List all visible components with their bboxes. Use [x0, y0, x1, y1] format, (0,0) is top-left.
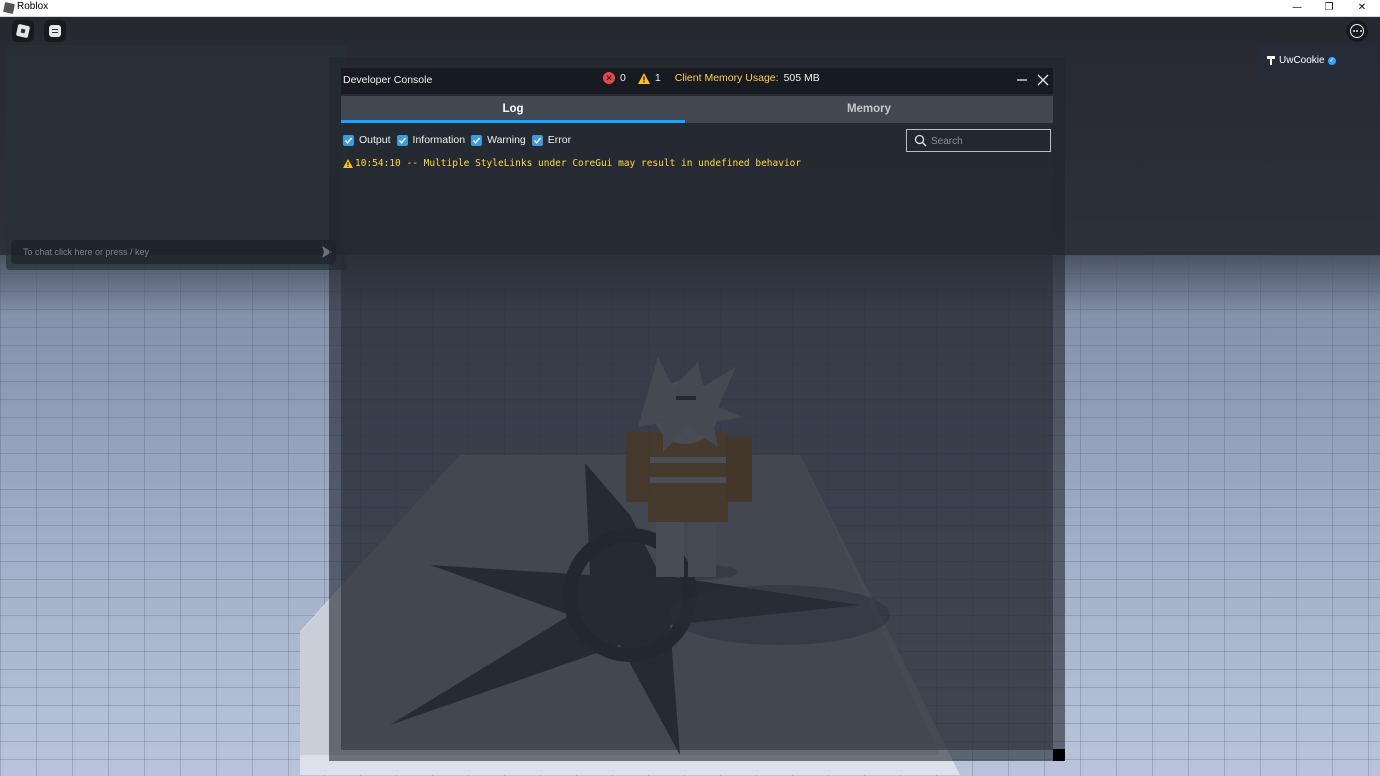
premium-icon [1267, 56, 1275, 65]
player-name: UwCookie [1279, 55, 1325, 66]
dev-console-title: Developer Console [343, 74, 433, 86]
warning-count: 1 [654, 72, 661, 84]
filter-warning-label: Warning [487, 134, 526, 146]
window-close-button[interactable]: ✕ [1346, 0, 1378, 16]
filter-warning[interactable]: Warning [471, 134, 526, 146]
window-titlebar: Roblox — ❐ ✕ [0, 0, 1380, 17]
chat-toggle-icon [49, 25, 61, 37]
warning-icon [343, 159, 353, 168]
memory-label: Client Memory Usage: [674, 72, 779, 84]
log-entry: 10:54:10 -- Multiple StyleLinks under Co… [343, 158, 801, 169]
filter-error-label: Error [547, 134, 572, 146]
search-input[interactable] [929, 130, 1051, 153]
active-tab-indicator [341, 120, 685, 123]
roblox-app-icon [3, 2, 15, 14]
filter-error[interactable]: Error [531, 134, 572, 146]
tab-log-label: Log [502, 103, 524, 115]
error-icon: ✕ [603, 72, 615, 84]
roblox-menu-icon [15, 23, 31, 39]
dev-console-resize-handle[interactable] [1053, 749, 1065, 761]
dev-console-tabs: Log Memory [341, 96, 1053, 123]
filter-information-label: Information [412, 134, 466, 146]
chat-toggle-button[interactable] [44, 20, 66, 42]
verified-icon: ✓ [1327, 56, 1336, 65]
roblox-menu-button[interactable] [12, 20, 34, 42]
developer-console: Developer Console ✕ 0 1 Client Memory Us… [341, 68, 1053, 750]
tab-log[interactable]: Log [341, 96, 685, 123]
player-list-entry[interactable]: UwCookie ✓ [1266, 55, 1336, 66]
window-restore-button[interactable]: ❐ [1313, 0, 1345, 16]
filter-information[interactable]: Information [396, 134, 466, 146]
more-options-icon [1350, 24, 1364, 38]
error-count: 0 [620, 72, 626, 84]
checkbox-check-icon[interactable] [471, 134, 483, 146]
tab-memory-label: Memory [846, 103, 892, 115]
checkbox-check-icon[interactable] [343, 134, 354, 146]
close-icon[interactable] [1035, 72, 1051, 88]
log-search-box [906, 129, 1051, 153]
dev-console-header[interactable]: Developer Console ✕ 0 1 Client Memory Us… [341, 68, 1053, 94]
warning-icon [637, 72, 650, 84]
player-list: UwCookie ✓ [1258, 45, 1376, 79]
log-filters: Output Information Warning Error [343, 134, 577, 146]
checkbox-check-icon[interactable] [396, 134, 408, 146]
chat-input-bar [11, 240, 336, 264]
dev-console-stats: ✕ 0 1 Client Memory Usage: 505 MB [603, 72, 820, 84]
window-minimize-button[interactable]: — [1281, 0, 1313, 16]
memory-value: 505 MB [783, 72, 820, 84]
chat-window [6, 45, 347, 270]
filter-output-label: Output [359, 134, 391, 146]
more-options-button[interactable] [1346, 20, 1368, 42]
tab-memory[interactable]: Memory [697, 96, 1041, 123]
log-entry-text: 10:54:10 -- Multiple StyleLinks under Co… [355, 158, 802, 169]
minimize-icon[interactable] [1014, 72, 1030, 88]
window-title: Roblox [17, 1, 49, 12]
filter-output[interactable]: Output [343, 134, 391, 146]
search-icon [914, 134, 927, 147]
chat-input[interactable] [11, 240, 323, 264]
checkbox-check-icon[interactable] [531, 134, 543, 146]
